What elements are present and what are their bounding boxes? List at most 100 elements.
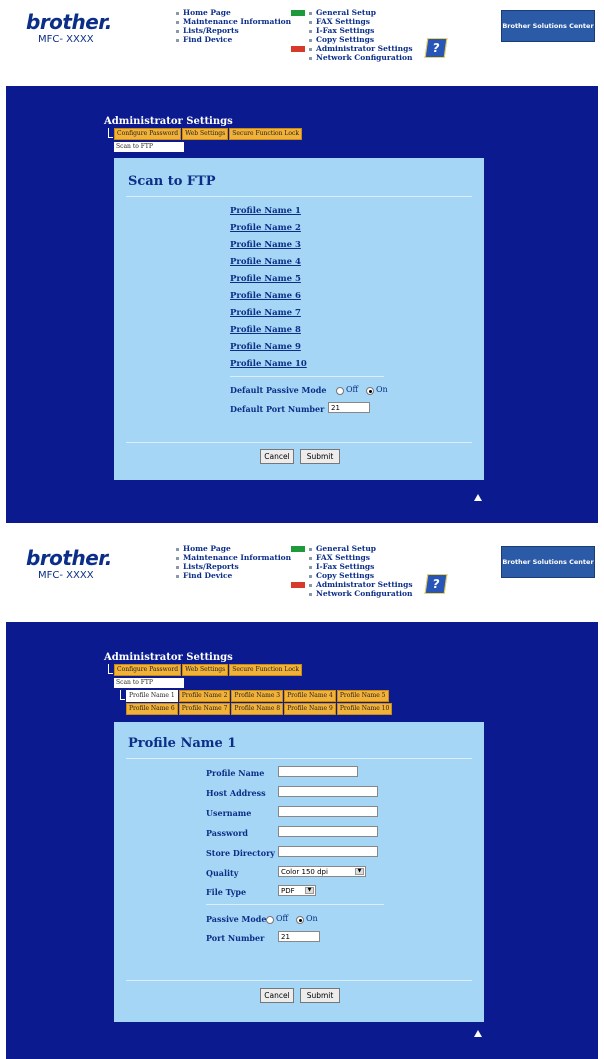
submit-button[interactable]: Submit — [300, 988, 340, 1003]
file-type-select[interactable]: PDF ▼ — [278, 885, 316, 896]
question-book-icon[interactable]: ? — [424, 38, 448, 58]
tab-profile-5[interactable]: Profile Name 5 — [336, 690, 389, 702]
menu-label: General Setup — [316, 544, 377, 553]
profile-link-4[interactable]: Profile Name 4 — [230, 257, 301, 267]
menu-general-setup[interactable]: General Setup — [291, 8, 413, 17]
profile-link-9[interactable]: Profile Name 9 — [230, 342, 301, 352]
divider — [126, 758, 472, 759]
menu-ifax-settings[interactable]: I-Fax Settings — [291, 26, 413, 35]
port-number-input[interactable]: 21 — [328, 402, 370, 413]
tab-scan-to-ftp[interactable]: Scan to FTP — [114, 142, 184, 152]
menu-fax-settings[interactable]: FAX Settings — [291, 17, 413, 26]
right-menu: General Setup FAX Settings I-Fax Setting… — [291, 8, 413, 62]
profile-link-7[interactable]: Profile Name 7 — [230, 308, 301, 318]
bullet-icon — [309, 29, 312, 33]
port-number-input[interactable]: 21 — [278, 931, 320, 942]
tab-profile-7[interactable]: Profile Name 7 — [178, 703, 231, 715]
passive-on-radio[interactable] — [366, 387, 374, 395]
menu-copy-settings[interactable]: Copy Settings — [291, 571, 413, 580]
password-input[interactable] — [278, 826, 378, 837]
main-content: Administrator Settings Configure Passwor… — [6, 86, 598, 523]
page-header: brother. MFC- XXXX Home Page Maintenance… — [6, 0, 598, 86]
section-title: Administrator Settings — [104, 116, 233, 127]
menu-home-page[interactable]: Home Page — [176, 8, 291, 17]
menu-home-page[interactable]: Home Page — [176, 544, 291, 553]
tab-web-settings[interactable]: Web Settings — [182, 128, 229, 140]
menu-lists-reports[interactable]: Lists/Reports — [176, 26, 291, 35]
tab-profile-4[interactable]: Profile Name 4 — [284, 690, 336, 702]
profile-name-input[interactable] — [278, 766, 358, 777]
tab-scan-to-ftp[interactable]: Scan to FTP — [114, 678, 184, 688]
tab-profile-9[interactable]: Profile Name 9 — [284, 703, 336, 715]
username-input[interactable] — [278, 806, 378, 817]
scroll-top-icon[interactable] — [474, 494, 482, 501]
passive-off-radio[interactable] — [266, 916, 274, 924]
solutions-center-button[interactable]: Brother Solutions Center — [501, 10, 595, 42]
profile-link-8[interactable]: Profile Name 8 — [230, 325, 301, 335]
tab-profile-1[interactable]: Profile Name 1 — [126, 690, 178, 702]
file-type-label: File Type — [206, 887, 247, 897]
bullet-icon — [309, 547, 312, 551]
menu-maintenance-information[interactable]: Maintenance Information — [176, 17, 291, 26]
tab-secure-function-lock[interactable]: Secure Function Lock — [229, 128, 303, 140]
left-menu: Home Page Maintenance Information Lists/… — [176, 8, 291, 44]
tab-profile-3[interactable]: Profile Name 3 — [231, 690, 284, 702]
menu-find-device[interactable]: Find Device — [176, 35, 291, 44]
tree-connector — [108, 673, 113, 674]
menu-network-configuration[interactable]: Network Configuration — [291, 53, 413, 62]
question-book-icon[interactable]: ? — [424, 574, 448, 594]
menu-label: Copy Settings — [316, 571, 375, 580]
divider — [230, 376, 384, 377]
tab-profile-10[interactable]: Profile Name 10 — [336, 703, 393, 715]
menu-label: I-Fax Settings — [316, 562, 375, 571]
menu-label: FAX Settings — [316, 17, 371, 26]
profile-link-10[interactable]: Profile Name 10 — [230, 359, 307, 369]
menu-lists-reports[interactable]: Lists/Reports — [176, 562, 291, 571]
port-number-label: Default Port Number — [230, 404, 325, 414]
profile-link-1[interactable]: Profile Name 1 — [230, 206, 301, 216]
tab-configure-password[interactable]: Configure Password — [114, 664, 182, 676]
menu-label: Maintenance Information — [183, 17, 292, 26]
tab-secure-function-lock[interactable]: Secure Function Lock — [229, 664, 303, 676]
tab-profile-6[interactable]: Profile Name 6 — [126, 703, 178, 715]
menu-general-setup[interactable]: General Setup — [291, 544, 413, 553]
menu-maintenance-information[interactable]: Maintenance Information — [176, 553, 291, 562]
divider — [206, 904, 384, 905]
menu-copy-settings[interactable]: Copy Settings — [291, 35, 413, 44]
submit-button[interactable]: Submit — [300, 449, 340, 464]
profile-link-5[interactable]: Profile Name 5 — [230, 274, 301, 284]
section-title: Administrator Settings — [104, 652, 233, 663]
tree-connector — [120, 699, 125, 700]
page-title: Profile Name 1 — [128, 736, 237, 751]
menu-label: Lists/Reports — [183, 562, 239, 571]
menu-label: FAX Settings — [316, 553, 371, 562]
cancel-button[interactable]: Cancel — [260, 988, 294, 1003]
scan-ftp-panel: Scan to FTP Profile Name 1 Profile Name … — [114, 158, 484, 480]
cancel-button[interactable]: Cancel — [260, 449, 294, 464]
tab-web-settings[interactable]: Web Settings — [182, 664, 229, 676]
profile-link-6[interactable]: Profile Name 6 — [230, 291, 301, 301]
tab-profile-8[interactable]: Profile Name 8 — [231, 703, 284, 715]
tab-configure-password[interactable]: Configure Password — [114, 128, 182, 140]
menu-administrator-settings[interactable]: Administrator Settings — [291, 44, 413, 53]
bullet-icon — [309, 583, 312, 587]
profile-settings-screen: brother. MFC- XXXX Home Page Maintenance… — [6, 536, 598, 1059]
menu-fax-settings[interactable]: FAX Settings — [291, 553, 413, 562]
quality-select[interactable]: Color 150 dpi ▼ — [278, 866, 366, 877]
menu-administrator-settings[interactable]: Administrator Settings — [291, 580, 413, 589]
host-address-input[interactable] — [278, 786, 378, 797]
passive-off-radio[interactable] — [336, 387, 344, 395]
tab-profile-2[interactable]: Profile Name 2 — [178, 690, 231, 702]
red-arrow-icon — [291, 46, 305, 52]
passive-on-radio[interactable] — [296, 916, 304, 924]
profile-link-3[interactable]: Profile Name 3 — [230, 240, 301, 250]
scroll-top-icon[interactable] — [474, 1030, 482, 1037]
menu-ifax-settings[interactable]: I-Fax Settings — [291, 562, 413, 571]
store-directory-input[interactable] — [278, 846, 378, 857]
solutions-center-button[interactable]: Brother Solutions Center — [501, 546, 595, 578]
menu-network-configuration[interactable]: Network Configuration — [291, 589, 413, 598]
profile-link-2[interactable]: Profile Name 2 — [230, 223, 301, 233]
menu-find-device[interactable]: Find Device — [176, 571, 291, 580]
brother-logo: brother. MFC- XXXX — [26, 12, 116, 45]
left-menu: Home Page Maintenance Information Lists/… — [176, 544, 291, 580]
